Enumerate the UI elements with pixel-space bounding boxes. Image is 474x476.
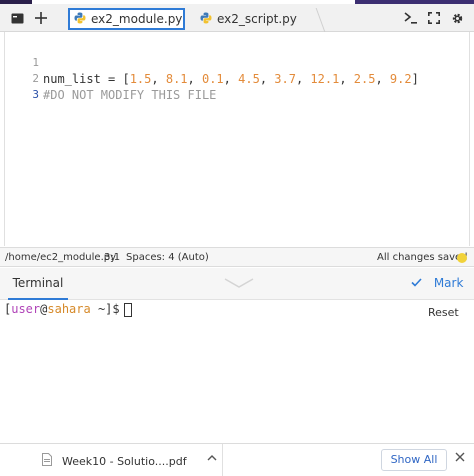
terminal-prompt: [user@sahara ~]$ bbox=[4, 302, 132, 317]
show-all-button[interactable]: Show All bbox=[381, 449, 447, 471]
tab-ex2-script[interactable]: ex2_script.py bbox=[196, 8, 320, 30]
terminal-tab-bar: Terminal Mark bbox=[0, 268, 474, 300]
mark-label: Mark bbox=[433, 276, 464, 290]
close-icon[interactable] bbox=[455, 451, 465, 466]
download-divider bbox=[222, 444, 223, 476]
file-path: /home/ec2_module.py bbox=[5, 252, 117, 263]
download-file-name: Week10 - Solutio....pdf bbox=[62, 454, 187, 468]
code-line: 1 num_list = [1.5, 8.1, 0.1, 4.5, 3.7, 1… bbox=[5, 39, 471, 86]
code-editor[interactable]: 1 num_list = [1.5, 8.1, 0.1, 4.5, 3.7, 1… bbox=[4, 32, 470, 246]
reset-button[interactable]: Reset bbox=[428, 306, 459, 319]
mark-button[interactable]: Mark bbox=[411, 276, 463, 290]
fullscreen-icon[interactable] bbox=[423, 8, 445, 28]
prompt-user: user bbox=[11, 302, 41, 316]
tab-ex2-module[interactable]: ex2_module.py bbox=[68, 8, 185, 30]
downloads-bar: Week10 - Solutio....pdf Show All bbox=[0, 443, 474, 476]
prompt-host: sahara bbox=[47, 302, 91, 316]
tab-label: ex2_module.py bbox=[91, 12, 183, 26]
line-number: 3 bbox=[32, 88, 39, 101]
editor-status-bar: /home/ec2_module.py 3:1 Spaces: 4 (Auto)… bbox=[0, 247, 474, 267]
tab-label: ex2_script.py bbox=[217, 12, 297, 26]
comment-text: #DO NOT MODIFY THIS FILE bbox=[43, 88, 217, 102]
tab-terminal[interactable]: Terminal bbox=[8, 268, 68, 300]
editor-tab-bar: ex2_module.py ex2_script.py bbox=[0, 4, 474, 32]
chevron-up-icon[interactable] bbox=[207, 452, 217, 465]
python-icon bbox=[200, 12, 212, 27]
save-status-dot bbox=[457, 253, 467, 263]
code-line: 3 bbox=[5, 71, 471, 101]
console-prompt-icon[interactable] bbox=[400, 8, 422, 28]
chevron-down-icon[interactable] bbox=[224, 274, 254, 288]
terminal-pane[interactable]: [user@sahara ~]$ Reset bbox=[0, 300, 474, 440]
cursor-position: 3:1 bbox=[104, 252, 121, 263]
code-text: #DO NOT MODIFY THIS FILE bbox=[43, 87, 216, 103]
save-status: All changes saved bbox=[377, 252, 468, 263]
pdf-file-icon bbox=[42, 453, 52, 469]
indentation-setting[interactable]: Spaces: 4 (Auto) bbox=[126, 252, 209, 263]
terminal-window-icon[interactable] bbox=[6, 8, 28, 28]
download-item[interactable]: Week10 - Solutio....pdf bbox=[42, 452, 187, 470]
gear-icon[interactable] bbox=[446, 8, 468, 28]
prompt-suffix: ~]$ bbox=[90, 302, 120, 316]
checkmark-icon bbox=[411, 276, 426, 290]
terminal-cursor bbox=[123, 302, 132, 317]
python-icon bbox=[74, 12, 86, 27]
plus-icon[interactable] bbox=[30, 8, 52, 28]
code-line: 2 #DO NOT MODIFY THIS FILE bbox=[5, 55, 471, 102]
